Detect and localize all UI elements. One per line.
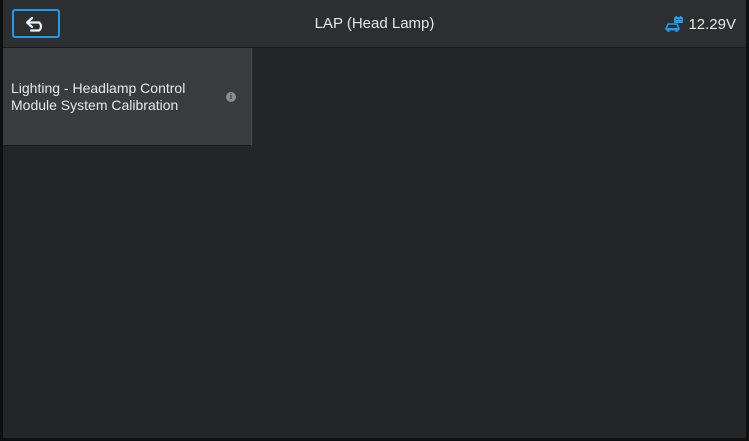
back-arrow-icon bbox=[25, 16, 47, 32]
info-icon[interactable]: i bbox=[226, 92, 236, 102]
car-battery-icon bbox=[665, 16, 685, 32]
page-title: LAP (Head Lamp) bbox=[314, 15, 435, 32]
app-screen: LAP (Head Lamp) 12.29V Lighting - Headla… bbox=[0, 0, 749, 441]
voltage-value: 12.29V bbox=[688, 15, 736, 33]
menu-item-headlamp-calibration[interactable]: Lighting - Headlamp Control Module Syste… bbox=[3, 48, 252, 146]
menu-item-label-line2: Module System Calibration bbox=[11, 97, 179, 113]
top-bar: LAP (Head Lamp) 12.29V bbox=[3, 0, 746, 48]
battery-voltage-indicator: 12.29V bbox=[665, 0, 736, 48]
back-button[interactable] bbox=[12, 9, 60, 38]
menu-item-label: Lighting - Headlamp Control Module Syste… bbox=[11, 80, 221, 114]
menu-item-label-line1: Lighting - Headlamp Control bbox=[11, 80, 186, 96]
